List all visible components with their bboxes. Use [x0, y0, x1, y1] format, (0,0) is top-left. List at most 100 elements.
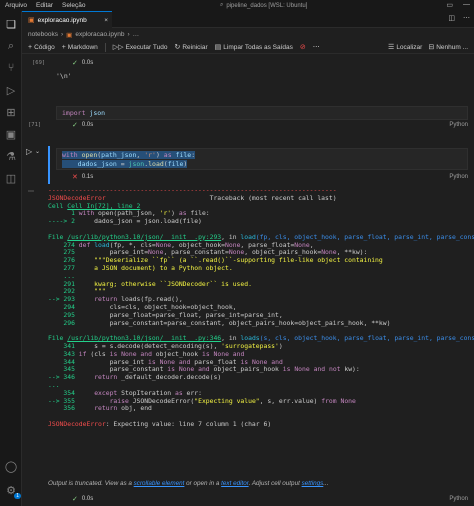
extensions-icon[interactable]: ⊞ [4, 105, 18, 119]
breadcrumb-folder[interactable]: notebooks [28, 31, 58, 38]
notebook-toolbar: + Código + Markdown ▷▷ Executar Tudo ↻ Reini… [22, 41, 474, 54]
text-editor-link[interactable]: text editor [221, 480, 248, 487]
command-center-label: pipeline_dados [WSL: Ubuntu] [226, 2, 308, 9]
clear-all-label: Limpar Todas as Saídas [223, 43, 293, 51]
code-cell[interactable]: import json [56, 106, 468, 120]
cell-status: ✓ 0.0s [72, 494, 93, 504]
menu-arquivo[interactable]: Arquivo [5, 2, 27, 9]
cell-status: ✓ 0.0s [72, 120, 93, 130]
search-icon[interactable]: ⌕ [4, 39, 18, 53]
code-keyword: import [62, 109, 86, 117]
source-control-icon[interactable]: ⑂ [4, 61, 18, 75]
run-all-label: Executar Tudo [125, 43, 168, 51]
notebook-editor: [69] ✓ 0.0s '\n' import json [71] ✓ 0.0s… [22, 54, 474, 506]
run-cell-icon[interactable]: ▷ [26, 147, 32, 156]
chevron-down-icon[interactable]: ⌄ [35, 148, 40, 155]
ellipsis-icon[interactable]: … [133, 31, 140, 38]
scrollable-element-link[interactable]: scrollable element [134, 480, 185, 487]
error-message: Expecting value: line 7 column 1 (char 6… [113, 419, 272, 428]
title-bar: Arquivo Editar Seleção ⌕ pipeline_dados … [0, 0, 474, 11]
truncation-text: . Adjust cell output [248, 480, 302, 487]
error-icon: ✕ [72, 174, 78, 181]
outline-button[interactable]: ☰ Localizar [388, 43, 423, 52]
code-cell[interactable]: with open(path_json, 'r') as file: dados… [56, 148, 468, 170]
markdown-label: Markdown [67, 43, 98, 51]
chevron-right-icon: › [127, 31, 130, 38]
plus-icon: + [28, 43, 33, 51]
settings-badge: 1 [14, 493, 21, 499]
restart-label: Reiniciar [182, 43, 208, 51]
more-icon: ⋯ [312, 44, 320, 51]
cell-status: ✓ 0.0s [72, 58, 93, 68]
execution-count: [69] [32, 60, 46, 66]
code-label: Código [34, 43, 55, 51]
window-controls: ▭ — [446, 1, 470, 9]
menu-editar[interactable]: Editar [36, 2, 53, 9]
remote-explorer-icon[interactable]: ▣ [4, 127, 18, 141]
cell-language[interactable]: Python [449, 122, 468, 128]
add-markdown-cell-button[interactable]: + Markdown [62, 44, 98, 51]
manage-gear-icon[interactable]: ⚙ 1 [4, 483, 21, 499]
check-icon: ✓ [72, 122, 78, 129]
docker-icon[interactable]: ◫ [4, 171, 18, 185]
kernel-icon: ⊟ [428, 44, 435, 51]
breadcrumb-file[interactable]: exploracao.ipynb [75, 31, 124, 38]
more-actions-icon[interactable]: ⋯ [463, 14, 470, 22]
clear-all-icon: ▤ [214, 44, 222, 51]
code-module: json [89, 109, 106, 117]
tab-exploracao[interactable]: ▣ exploracao.ipynb × [22, 11, 112, 28]
truncation-text: Output is truncated. View as a [48, 480, 134, 487]
execution-time: 0.0s [81, 496, 94, 502]
truncation-text: ... [323, 480, 329, 487]
stop-icon: ⊘ [299, 44, 306, 51]
split-editor-icon[interactable]: ◫ [448, 14, 455, 22]
cell-output-text: '\n' [56, 72, 72, 80]
cell-language[interactable]: Python [449, 496, 468, 502]
minimize-icon[interactable]: — [463, 1, 470, 9]
error-output: ----------------------------------------… [48, 186, 474, 428]
more-toolbar-button[interactable]: ⋯ [313, 43, 320, 51]
check-icon: ✓ [72, 60, 78, 67]
breadcrumb: notebooks › ▣ exploracao.ipynb › … [22, 28, 474, 41]
error-name: JSONDecodeError [48, 193, 106, 202]
truncation-text: or open in a [184, 480, 222, 487]
account-icon[interactable]: ◯ [4, 459, 18, 473]
menu-bar: Arquivo Editar Seleção [0, 2, 86, 9]
kernel-picker[interactable]: ⊟ Nenhum ... [428, 43, 468, 52]
tab-label: exploracao.ipynb [37, 16, 87, 24]
divider [104, 42, 106, 52]
interrupt-button[interactable]: ⊘ [300, 43, 306, 51]
explorer-icon[interactable]: ❏ [4, 17, 18, 31]
cell-ref-link[interactable]: Cell In[72], line 2 [67, 202, 140, 210]
execution-time: 0.0s [81, 122, 94, 128]
search-icon: ⌕ [220, 2, 224, 8]
outline-label: Localizar [396, 43, 423, 51]
add-code-cell-button[interactable]: + Código [28, 44, 55, 51]
restart-button[interactable]: ↻ Reiniciar [174, 43, 208, 52]
execution-time: 0.0s [81, 60, 94, 66]
run-all-icon: ▷▷ [112, 44, 124, 51]
layout-icon[interactable]: ▭ [446, 1, 453, 9]
settings-link[interactable]: settings [302, 480, 324, 487]
command-center[interactable]: ⌕ pipeline_dados [WSL: Ubuntu] [220, 1, 350, 10]
check-icon: ✓ [72, 496, 78, 503]
execution-time: 0.1s [81, 174, 94, 180]
run-all-button[interactable]: ▷▷ Executar Tudo [112, 43, 168, 52]
close-icon[interactable]: × [104, 17, 108, 24]
run-debug-icon[interactable]: ▷ [4, 83, 18, 97]
truncation-notice: Output is truncated. View as a scrollabl… [48, 480, 329, 487]
cell-focus-indicator [48, 146, 50, 184]
kernel-label: Nenhum ... [436, 43, 468, 51]
output-actions-icon[interactable]: ⋯ [28, 188, 34, 195]
chevron-right-icon: › [61, 31, 64, 38]
restart-icon: ↻ [174, 44, 181, 51]
notebook-icon: ▣ [28, 17, 35, 24]
error-name-final: JSONDecodeError [48, 419, 106, 428]
cell-language[interactable]: Python [449, 174, 468, 180]
menu-selecao[interactable]: Seleção [62, 2, 86, 9]
clear-all-outputs-button[interactable]: ▤ Limpar Todas as Saídas [214, 43, 293, 52]
editor-actions: ◫ ⋯ [448, 14, 470, 22]
activity-bar: ❏ ⌕ ⑂ ▷ ⊞ ▣ ⚗ ◫ ◯ ⚙ 1 [0, 11, 22, 506]
testing-icon[interactable]: ⚗ [4, 149, 18, 163]
editor-tabs: ▣ exploracao.ipynb × ◫ ⋯ [22, 11, 474, 28]
